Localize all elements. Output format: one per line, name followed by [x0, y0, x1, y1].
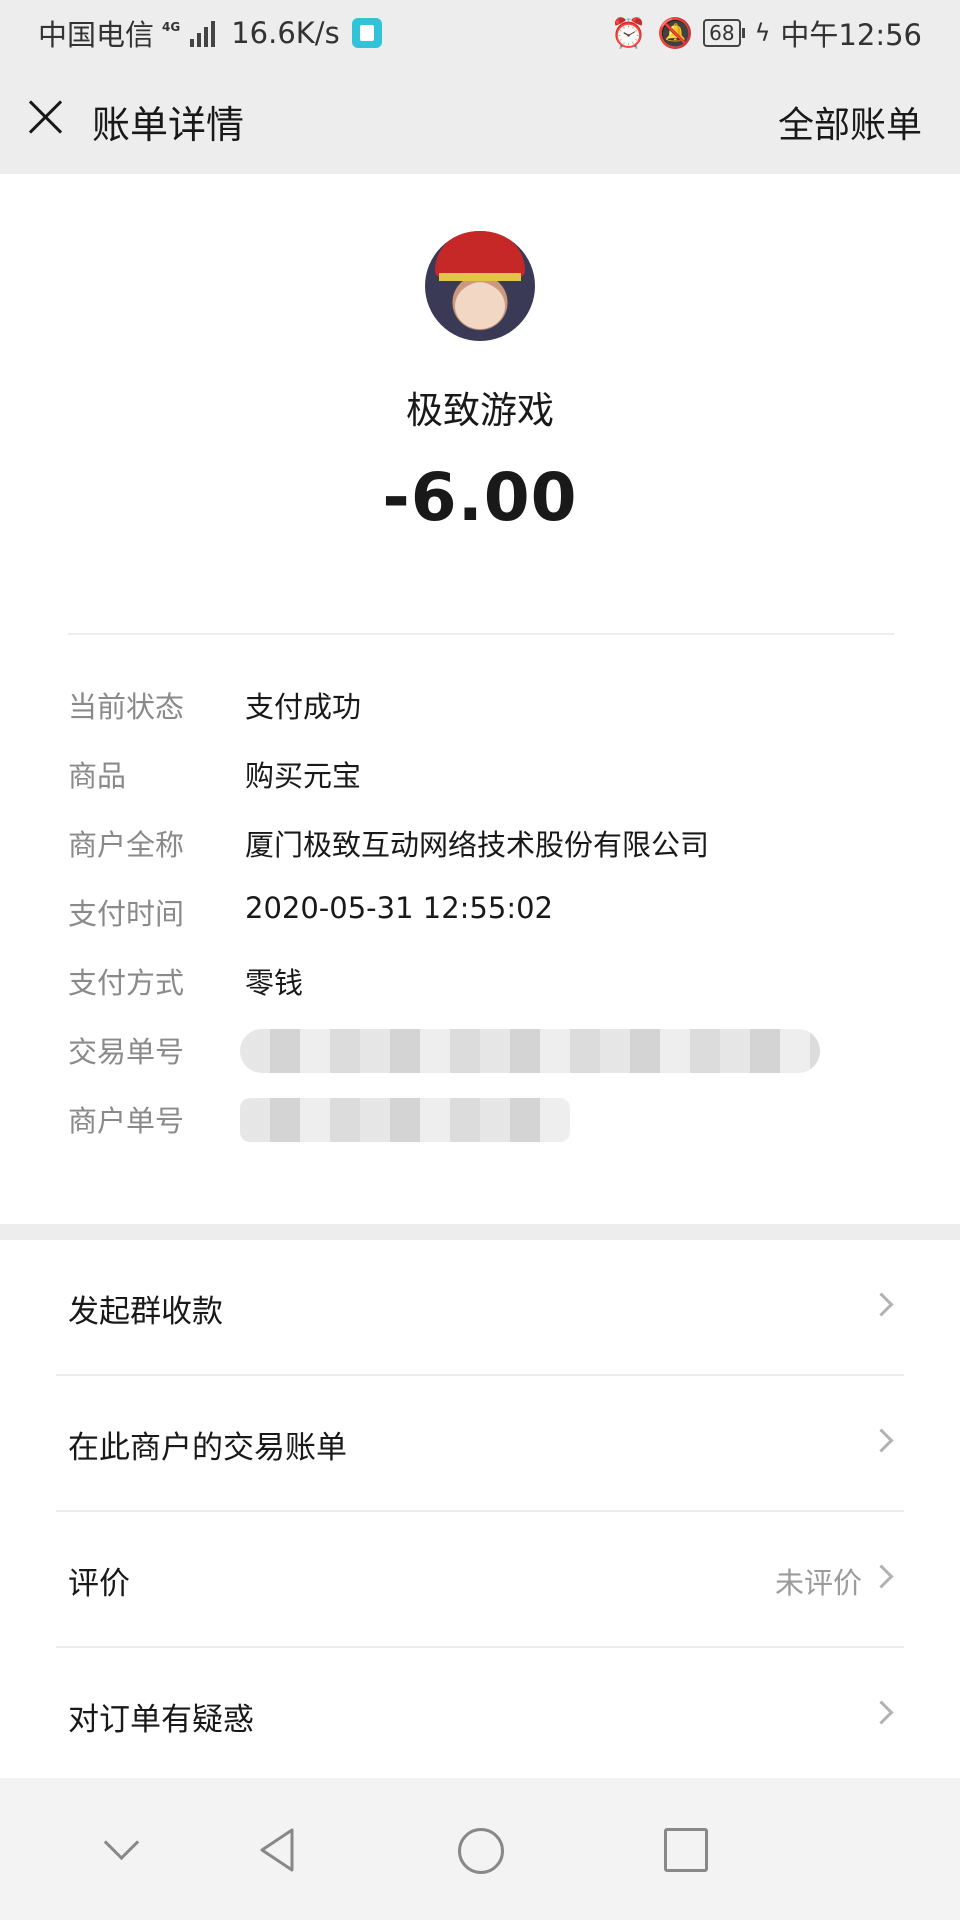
detail-value: 支付成功 [245, 690, 362, 724]
chevron-right-icon [869, 1292, 894, 1317]
list-item-merchant-bills[interactable]: 在此商户的交易账单 [56, 1374, 904, 1510]
action-list: 发起群收款 在此商户的交易账单 评价 未评价 对订单有疑惑 [0, 1240, 960, 1778]
detail-row-merchant-fullname: 商户全称 厦门极致互动网络技术股份有限公司 [68, 822, 894, 891]
chevron-down-icon[interactable] [95, 1822, 151, 1878]
status-bar: 中国电信 4G 16.6K/s ⏰ 🔕 68 ϟ 中午12:56 [0, 0, 960, 66]
details-list: 当前状态 支付成功 商品 购买元宝 商户全称 厦门极致互动网络技术股份有限公司 … [68, 684, 894, 1167]
carrier-label: 中国电信 [38, 18, 155, 52]
back-triangle-icon[interactable] [250, 1822, 306, 1878]
close-icon[interactable] [28, 98, 64, 134]
redacted-transaction-no [240, 1029, 820, 1073]
detail-row-status: 当前状态 支付成功 [68, 684, 894, 753]
detail-label: 商户全称 [68, 828, 185, 862]
net-speed: 16.6K/s [231, 16, 340, 50]
detail-row-pay-method: 支付方式 零钱 [68, 960, 894, 1029]
mute-bell-icon: 🔕 [657, 15, 694, 50]
detail-label: 商户单号 [68, 1104, 185, 1138]
amount: -6.00 [382, 459, 578, 536]
recent-apps-icon[interactable] [658, 1822, 714, 1878]
notification-app-icon [351, 18, 382, 48]
merchant-avatar [425, 231, 535, 341]
detail-value: 购买元宝 [245, 759, 362, 793]
alarm-icon: ⏰ [610, 15, 648, 50]
list-item-label: 对订单有疑惑 [68, 1702, 254, 1738]
detail-row-pay-time: 支付时间 2020-05-31 12:55:02 [68, 891, 894, 960]
list-item-label: 评价 [68, 1566, 130, 1602]
detail-label: 当前状态 [68, 690, 185, 724]
network-type: 4G [162, 20, 181, 34]
detail-label: 交易单号 [68, 1035, 185, 1069]
detail-row-transaction-no: 交易单号 [68, 1029, 894, 1098]
chevron-right-icon [869, 1700, 894, 1725]
system-nav-bar [0, 1778, 960, 1920]
bill-card: 极致游戏 -6.00 当前状态 支付成功 商品 购买元宝 商户全称 厦门极致互动… [0, 174, 960, 1224]
detail-value: 2020-05-31 12:55:02 [245, 891, 553, 925]
merchant-name: 极致游戏 [406, 389, 554, 432]
charging-icon: ϟ [754, 19, 771, 47]
detail-row-product: 商品 购买元宝 [68, 753, 894, 822]
detail-row-merchant-order-no: 商户单号 [68, 1098, 894, 1167]
list-item-review[interactable]: 评价 未评价 [56, 1510, 904, 1646]
battery-icon: 68 [703, 19, 745, 47]
all-bills-link[interactable]: 全部账单 [778, 96, 922, 148]
chevron-right-icon [869, 1428, 894, 1453]
list-item-label: 发起群收款 [68, 1294, 223, 1330]
review-status: 未评价 [774, 1566, 862, 1600]
detail-value: 零钱 [245, 966, 304, 1000]
chevron-right-icon [869, 1564, 894, 1589]
nav-bar: 账单详情 全部账单 [0, 66, 960, 174]
detail-label: 商品 [68, 759, 127, 793]
list-item-group-collect[interactable]: 发起群收款 [56, 1240, 904, 1374]
redacted-merchant-order-no [240, 1098, 570, 1142]
battery-level: 68 [703, 19, 741, 47]
clock: 中午12:56 [780, 18, 922, 52]
detail-label: 支付时间 [68, 897, 185, 931]
home-circle-icon[interactable] [452, 1822, 508, 1878]
detail-value: 厦门极致互动网络技术股份有限公司 [245, 828, 710, 862]
detail-label: 支付方式 [68, 966, 185, 1000]
signal-icon [190, 19, 216, 47]
list-item-label: 在此商户的交易账单 [68, 1430, 347, 1466]
divider [68, 633, 894, 635]
list-item-order-question[interactable]: 对订单有疑惑 [56, 1646, 904, 1782]
page-title: 账单详情 [92, 103, 245, 147]
